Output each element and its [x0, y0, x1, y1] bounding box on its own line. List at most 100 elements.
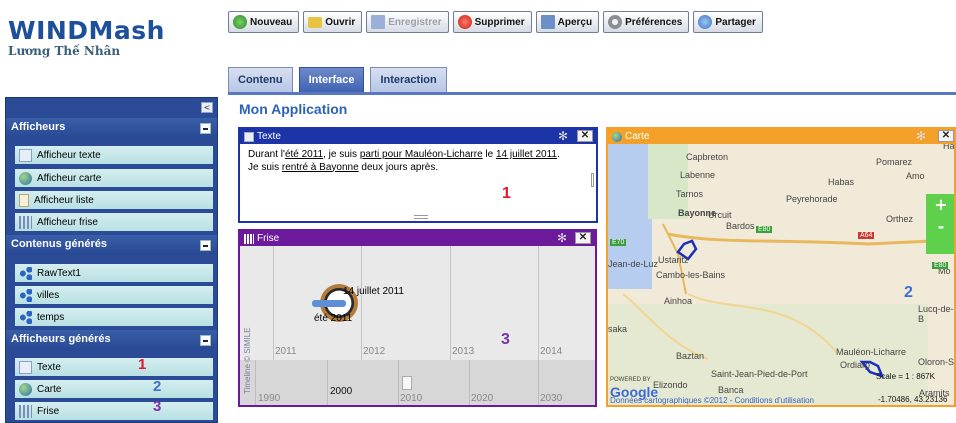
preview-label: Aperçu — [557, 16, 593, 28]
text-link[interactable]: rentré à Bayonne — [282, 162, 359, 173]
terms-link[interactable]: Conditions d'utilisation — [735, 396, 814, 405]
map-place: Urcuit — [708, 210, 732, 220]
timeline-credit: Timeline © SIMILE — [243, 327, 252, 394]
tab-interface[interactable]: Interface — [298, 67, 365, 92]
tab-interaction[interactable]: Interaction — [370, 67, 447, 92]
text-fragment: le — [482, 149, 496, 160]
share-nodes-icon — [19, 310, 32, 324]
sidebar-item-gen-carte[interactable]: Carte 2 — [15, 378, 213, 398]
annotation-number: 2 — [904, 284, 913, 301]
map-place: Jean-de-Luz — [608, 259, 659, 269]
save-icon — [371, 15, 386, 29]
timeline-highlight[interactable] — [402, 376, 412, 390]
app-title: WINDMash — [8, 16, 165, 45]
minimize-icon[interactable] — [200, 240, 211, 251]
open-button[interactable]: Ouvrir — [303, 11, 363, 33]
share-button[interactable]: Partager — [693, 11, 763, 33]
sidebar-item-villes[interactable]: villes — [15, 286, 213, 304]
sidebar-item-label: Frise — [37, 405, 60, 417]
sidebar-item-label: Afficheur texte — [37, 149, 101, 161]
route-badge: A64 — [858, 232, 875, 239]
close-button[interactable]: ✕ — [575, 232, 591, 244]
gear-icon[interactable]: ✻ — [557, 232, 569, 244]
timeline-decade: 2020 — [471, 393, 494, 404]
resize-handle[interactable] — [414, 215, 428, 219]
route-badge: E80 — [756, 226, 773, 233]
sidebar-item-label: Afficheur frise — [37, 216, 98, 228]
section-afficheurs-header[interactable]: Afficheurs — [6, 118, 217, 138]
sidebar-item-afficheur-frise[interactable]: Afficheur frise — [15, 213, 213, 231]
map-place: Habas — [828, 177, 855, 187]
map-place: Ordiarp — [840, 360, 871, 370]
minimize-icon[interactable] — [200, 335, 211, 346]
text-line-1: Durant l'été 2011, je suis parti pour Ma… — [248, 149, 588, 162]
delete-button[interactable]: Supprimer — [452, 11, 532, 33]
gear-icon[interactable]: ✻ — [916, 130, 928, 142]
map-place: Ustaritz — [658, 255, 689, 265]
timeline-year: 2011 — [275, 346, 297, 357]
map-place: Lucq-de-B — [918, 304, 954, 324]
collapse-sidebar-button[interactable]: < — [201, 102, 213, 113]
map-canvas[interactable]: Capbreton Labenne Tarnos Bayonne Urcuit … — [608, 144, 954, 405]
text-panel-header[interactable]: Texte ✻ ✕ — [240, 129, 596, 144]
delete-icon — [457, 15, 472, 29]
save-button[interactable]: Enregistrer — [366, 11, 449, 33]
map-place: saka — [608, 324, 628, 334]
sidebar-item-afficheur-liste[interactable]: Afficheur liste — [15, 191, 213, 209]
close-button[interactable]: ✕ — [938, 130, 954, 142]
globe-icon — [19, 171, 32, 185]
sidebar-item-temps[interactable]: temps — [15, 308, 213, 326]
close-button[interactable]: ✕ — [577, 130, 593, 142]
minimize-icon[interactable] — [200, 123, 211, 134]
preferences-button[interactable]: Préférences — [603, 11, 690, 33]
app-root: WINDMash Lương Thế Nhân Nouveau Ouvrir E… — [0, 0, 956, 423]
zoom-in-button[interactable]: + — [926, 194, 954, 216]
event-label[interactable]: été 2011 — [314, 313, 352, 324]
sidebar-item-rawtext1[interactable]: RawText1 — [15, 264, 213, 282]
timeline-body[interactable]: 2011 2012 2013 2014 1990 2000 2010 2020 … — [240, 246, 595, 405]
preview-button[interactable]: Aperçu — [535, 11, 600, 33]
sidebar-item-gen-texte[interactable]: Texte 1 — [15, 356, 213, 376]
text-link[interactable]: parti pour Mauléon-Licharre — [360, 149, 483, 160]
sidebar-item-afficheur-carte[interactable]: Afficheur carte — [15, 169, 213, 187]
event-duration-bar[interactable] — [312, 300, 346, 307]
map-place: Baztan — [676, 351, 705, 361]
folder-icon — [308, 16, 323, 28]
text-link[interactable]: 14 juillet 2011 — [496, 149, 557, 160]
timeline-band-years[interactable] — [240, 246, 595, 360]
annotation-number: 3 — [153, 398, 162, 415]
map-place: Banca — [718, 385, 744, 395]
text-link[interactable]: été 2011 — [285, 149, 323, 160]
section-contenus-header[interactable]: Contenus générés — [6, 235, 217, 255]
text-fragment: deux jours après. — [358, 161, 439, 173]
new-button[interactable]: Nouveau — [228, 11, 300, 33]
scrollbar[interactable] — [591, 173, 594, 187]
globe-icon — [19, 382, 32, 396]
map-place: Pomarez — [876, 157, 913, 167]
tab-contenu[interactable]: Contenu — [228, 67, 293, 92]
text-display-icon — [244, 131, 254, 142]
event-label[interactable]: 14 juillet 2011 — [343, 286, 404, 297]
timeline-panel-title: Frise — [257, 233, 280, 244]
map-place: Ainhoa — [664, 296, 693, 306]
timeline-decade: 2030 — [540, 393, 563, 404]
main-tabs: Contenu Interface Interaction — [228, 67, 447, 92]
map-panel-header[interactable]: Carte ✻ ✕ — [608, 129, 954, 144]
route-badge: E70 — [610, 239, 627, 246]
zoom-out-button[interactable]: - — [926, 216, 954, 238]
annotation-number: 1 — [138, 356, 147, 373]
gear-icon[interactable]: ✻ — [558, 130, 570, 142]
sidebar-item-gen-frise[interactable]: Frise 3 — [15, 398, 213, 420]
sidebar-item-afficheur-texte[interactable]: Afficheur texte — [15, 146, 213, 164]
attribution-text: Données cartographiques ©2012 - — [610, 396, 735, 405]
section-generes-header[interactable]: Afficheurs générés — [6, 330, 217, 350]
section-generes-title: Afficheurs générés — [11, 333, 111, 345]
timeline-panel-header[interactable]: Frise ✻ ✕ — [240, 231, 595, 246]
timeline-decade: 1990 — [258, 393, 281, 404]
share-nodes-icon — [19, 288, 32, 302]
timeline-year: 2014 — [540, 346, 563, 357]
map-panel: Carte ✻ ✕ Capbreton Labenne Tarnos Bayon… — [606, 127, 956, 407]
timeline-icon — [244, 233, 254, 244]
share-label: Partager — [715, 16, 756, 28]
timeline-gridline — [361, 246, 362, 360]
